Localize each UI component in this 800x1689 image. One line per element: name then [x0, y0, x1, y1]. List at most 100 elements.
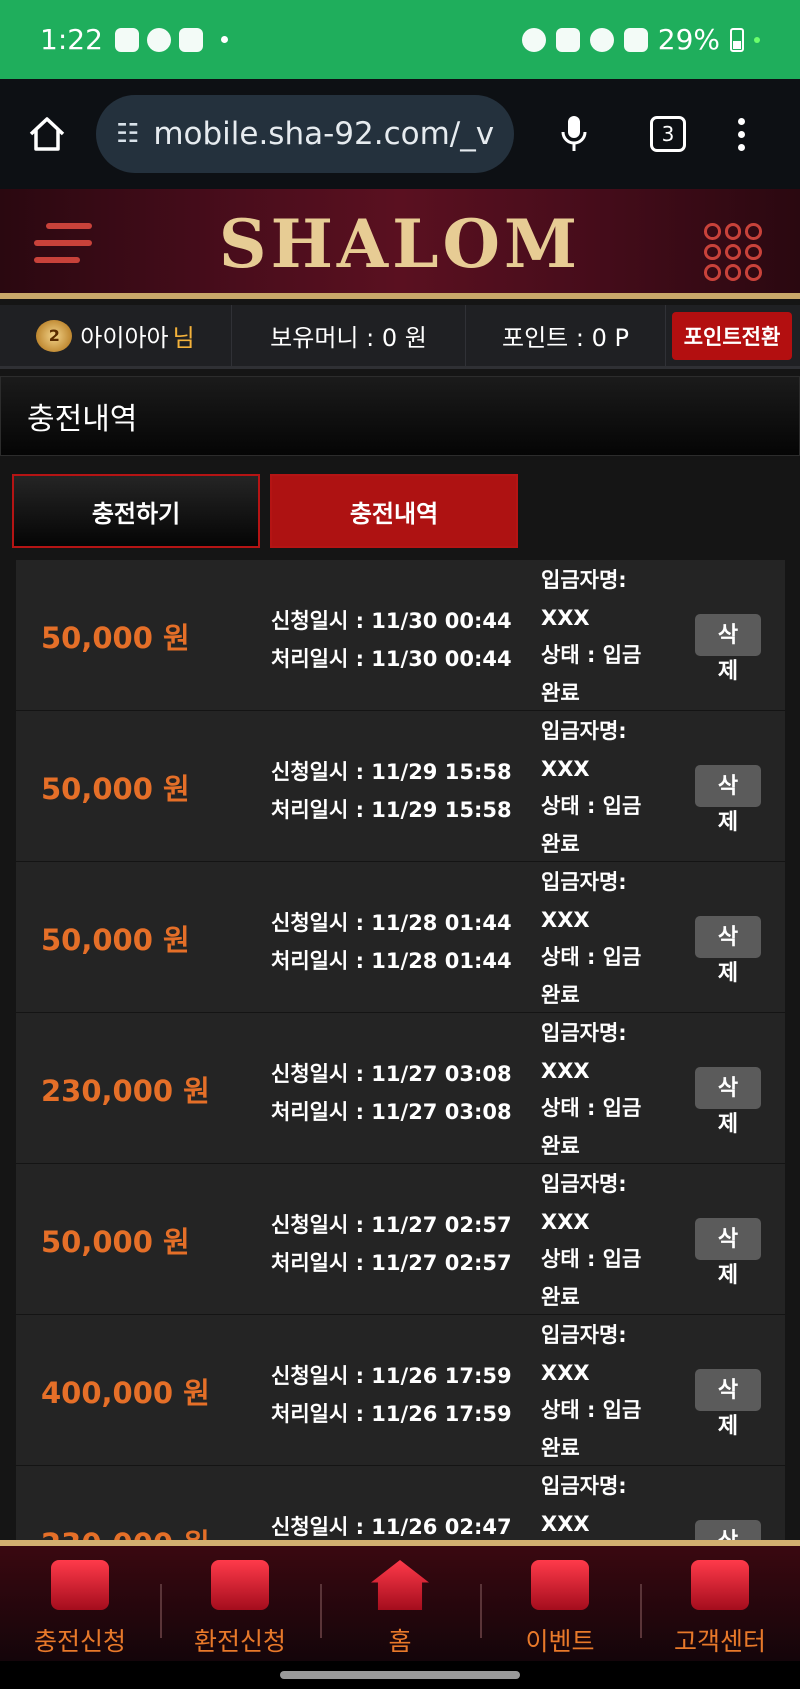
alarm-icon	[521, 27, 546, 52]
delete-button[interactable]: 삭제	[695, 916, 761, 985]
status-label: 상태 : 입금	[541, 643, 642, 667]
charge-amount: 50,000 원	[41, 620, 190, 655]
process-time: 처리일시 : 11/27 02:57	[271, 1251, 512, 1275]
nav-item-1[interactable]: 충전신청	[0, 1546, 160, 1661]
bottom-navigation: 충전신청 환전신청 홈 이벤트 고객센터	[0, 1540, 800, 1661]
status-value: 완료	[541, 982, 580, 1007]
process-time: 처리일시 : 11/27 03:08	[271, 1100, 512, 1124]
level-badge-icon: 2	[36, 319, 73, 352]
process-time: 처리일시 : 11/26 17:59	[271, 1402, 512, 1426]
deposit-info: 입금자명: XXX 상태 : 입금 완료	[541, 1166, 671, 1316]
charge-dates: 신청일시 : 11/28 01:44 처리일시 : 11/28 01:44	[271, 904, 512, 980]
status-value: 완료	[541, 1284, 580, 1309]
depositor-label: 입금자명:	[541, 719, 627, 743]
charge-dates: 신청일시 : 11/30 00:44 처리일시 : 11/30 00:44	[271, 602, 512, 678]
status-bar: 1:22 29%	[0, 0, 800, 79]
deposit-info: 입금자명: XXX 상태 : 입금 완료	[541, 1468, 671, 1540]
depositor-label: 입금자명:	[541, 1172, 627, 1196]
status-value: 완료	[541, 1133, 580, 1158]
status-label: 상태 : 입금	[541, 794, 642, 818]
gesture-navigation-bar	[0, 1661, 800, 1689]
depositor-label: 입금자명:	[541, 870, 627, 894]
home-gesture-handle[interactable]	[280, 1671, 520, 1679]
charging-dot-icon	[754, 36, 760, 43]
username: 아이아아	[80, 324, 169, 352]
table-row: 50,000 원 신청일시 : 11/29 15:58 처리일시 : 11/29…	[16, 711, 785, 862]
depositor-name: XXX	[541, 1360, 590, 1385]
site-logo[interactable]: SHALOM	[0, 205, 800, 283]
point-convert-button[interactable]: 포인트전환	[672, 311, 792, 360]
delete-button[interactable]: 삭제	[695, 1520, 761, 1540]
table-row: 230,000 원 신청일시 : 11/27 03:08 처리일시 : 11/2…	[16, 1013, 785, 1164]
table-row: 50,000 원 신청일시 : 11/30 00:44 처리일시 : 11/30…	[16, 560, 785, 711]
tab-switcher-button[interactable]: 3	[650, 116, 686, 152]
delete-button[interactable]: 삭제	[695, 1067, 761, 1136]
charge-amount: 400,000 원	[41, 1375, 210, 1410]
url-bar[interactable]: ☷ mobile.sha-92.com/_v	[96, 95, 514, 173]
delete-button[interactable]: 삭제	[695, 765, 761, 834]
page-title: 충전내역	[0, 376, 800, 456]
tab-charge-history[interactable]: 충전내역	[270, 474, 518, 548]
voice-search-button[interactable]	[554, 114, 594, 154]
depositor-name: XXX	[541, 1058, 590, 1083]
signal-icon	[623, 27, 648, 52]
deposit-info: 입금자명: XXX 상태 : 입금 완료	[541, 1317, 671, 1467]
exchange-wallet-icon	[211, 1560, 269, 1610]
request-time: 신청일시 : 11/26 17:59	[271, 1364, 512, 1388]
status-label: 상태 : 입금	[541, 1096, 642, 1120]
depositor-label: 입금자명:	[541, 1323, 627, 1347]
status-label: 상태 : 입금	[541, 1247, 642, 1271]
nav-item-2[interactable]: 환전신청	[160, 1546, 320, 1661]
status-value: 완료	[541, 680, 580, 705]
charge-amount: 50,000 원	[41, 922, 190, 957]
charge-dates: 신청일시 : 11/26 17:59 처리일시 : 11/26 17:59	[271, 1357, 512, 1433]
delete-button[interactable]: 삭제	[695, 614, 761, 683]
charge-dates: 신청일시 : 11/27 03:08 처리일시 : 11/27 03:08	[271, 1055, 512, 1131]
nav-item-3[interactable]: 홈	[320, 1546, 480, 1661]
nav-label: 이벤트	[525, 1627, 595, 1656]
handshake-icon	[691, 1560, 749, 1610]
depositor-name: XXX	[541, 756, 590, 781]
apps-grid-icon[interactable]	[704, 223, 762, 281]
browser-toolbar: ☷ mobile.sha-92.com/_v 3	[0, 79, 800, 189]
browser-menu-button[interactable]	[738, 117, 745, 151]
charge-amount: 50,000 원	[41, 1224, 190, 1259]
depositor-name: XXX	[541, 907, 590, 932]
message-icon	[114, 27, 139, 52]
site-settings-icon[interactable]: ☷	[116, 119, 139, 149]
home-icon	[29, 117, 65, 151]
delete-button[interactable]: 삭제	[695, 1218, 761, 1287]
url-text: mobile.sha-92.com/_v	[153, 116, 494, 152]
depositor-name: XXX	[541, 605, 590, 630]
honorific: 님	[172, 324, 195, 352]
wifi-icon	[589, 27, 614, 52]
point-balance: 포인트 : 0 P	[466, 305, 666, 366]
depositor-name: XXX	[541, 1209, 590, 1234]
nav-label: 홈	[388, 1627, 412, 1656]
wallet-icon	[51, 1560, 109, 1610]
instagram-icon	[178, 27, 203, 52]
nav-label: 고객센터	[673, 1627, 766, 1656]
browser-home-button[interactable]	[24, 111, 70, 157]
home-icon	[371, 1560, 429, 1610]
clock: 1:22	[40, 23, 103, 56]
nav-item-5[interactable]: 고객센터	[640, 1546, 800, 1661]
depositor-name: XXX	[541, 1511, 590, 1536]
status-label: 상태 : 입금	[541, 1398, 642, 1422]
status-label: 상태 : 입금	[541, 945, 642, 969]
delete-button[interactable]: 삭제	[695, 1369, 761, 1438]
charge-dates: 신청일시 : 11/26 02:47 처리일시 : 11/26 02:47	[271, 1508, 512, 1540]
charge-amount: 230,000 원	[41, 1073, 210, 1108]
depositor-label: 입금자명:	[541, 1021, 627, 1045]
tab-charge[interactable]: 충전하기	[12, 474, 260, 548]
charge-dates: 신청일시 : 11/29 15:58 처리일시 : 11/29 15:58	[271, 753, 512, 829]
deposit-info: 입금자명: XXX 상태 : 입금 완료	[541, 1015, 671, 1165]
charge-amount: 50,000 원	[41, 771, 190, 806]
table-row: 230,000 원 신청일시 : 11/26 02:47 처리일시 : 11/2…	[16, 1466, 785, 1540]
nav-item-4[interactable]: 이벤트	[480, 1546, 640, 1661]
user-name-cell: 2 아이아아 님	[0, 305, 232, 366]
depositor-label: 입금자명:	[541, 568, 627, 592]
process-time: 처리일시 : 11/30 00:44	[271, 647, 512, 671]
process-time: 처리일시 : 11/29 15:58	[271, 798, 512, 822]
user-info-bar: 2 아이아아 님 보유머니 : 0 원 포인트 : 0 P 포인트전환	[0, 305, 800, 369]
